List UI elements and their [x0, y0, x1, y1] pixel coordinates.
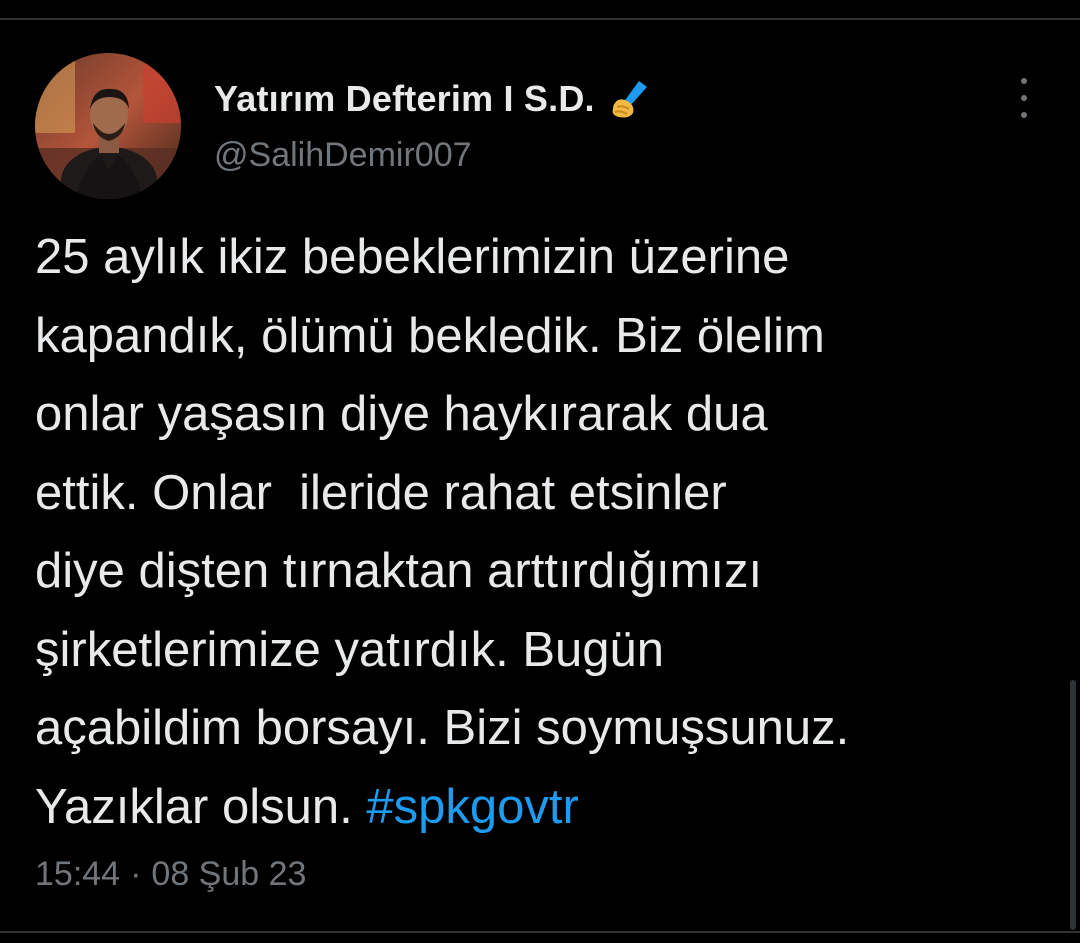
avatar[interactable] [35, 53, 181, 199]
tweet-text: 25 aylık ikiz bebeklerimizin üzerine kap… [35, 218, 1045, 846]
scrollbar[interactable] [1070, 680, 1076, 930]
avatar-photo [35, 53, 181, 199]
more-vertical-icon[interactable] [1006, 78, 1042, 118]
tweet-text-last-line: Yazıklar olsun. #spkgovtr [35, 768, 1045, 847]
tweet-timestamp[interactable]: 15:44 · 08 Şub 23 [35, 855, 306, 894]
more-dot [1021, 112, 1027, 118]
tweet-text-line: Yazıklar olsun. [35, 779, 367, 834]
tweet-text-line: şirketlerimize yatırdık. Bugün [35, 622, 665, 677]
meta-separator: · [130, 855, 142, 893]
tweet-text-line: 25 aylık ikiz bebeklerimizin üzerine [35, 230, 790, 284]
bottom-divider [0, 931, 1080, 933]
tweet-text-line: açabildim borsayı. Bizi soymuşsunuz. [35, 701, 850, 755]
author-display-name[interactable]: Yatırım Defterim I S.D. [214, 78, 595, 120]
tweet-text-line: diye dişten tırnaktan arttırdığımızı [35, 544, 763, 598]
more-dot [1021, 78, 1027, 84]
tweet-text-line: ettik. Onlar ileride rahat etsinler [35, 465, 727, 520]
hashtag-link[interactable]: #spkgovtr [366, 780, 578, 834]
writing-hand-icon [609, 77, 653, 121]
tweet-text-line: kapandık, ölümü bekledik. Biz ölelim [35, 308, 825, 363]
tweet-date: 08 Şub 23 [151, 855, 307, 893]
tweet-time: 15:44 [35, 855, 121, 893]
tweet-text-line: onlar yaşasın diye haykırarak dua [35, 387, 768, 441]
author-handle[interactable]: @SalihDemir007 [214, 136, 472, 175]
top-divider [0, 18, 1080, 20]
author-name-row[interactable]: Yatırım Defterim I S.D. [214, 74, 653, 124]
more-dot [1021, 95, 1027, 101]
